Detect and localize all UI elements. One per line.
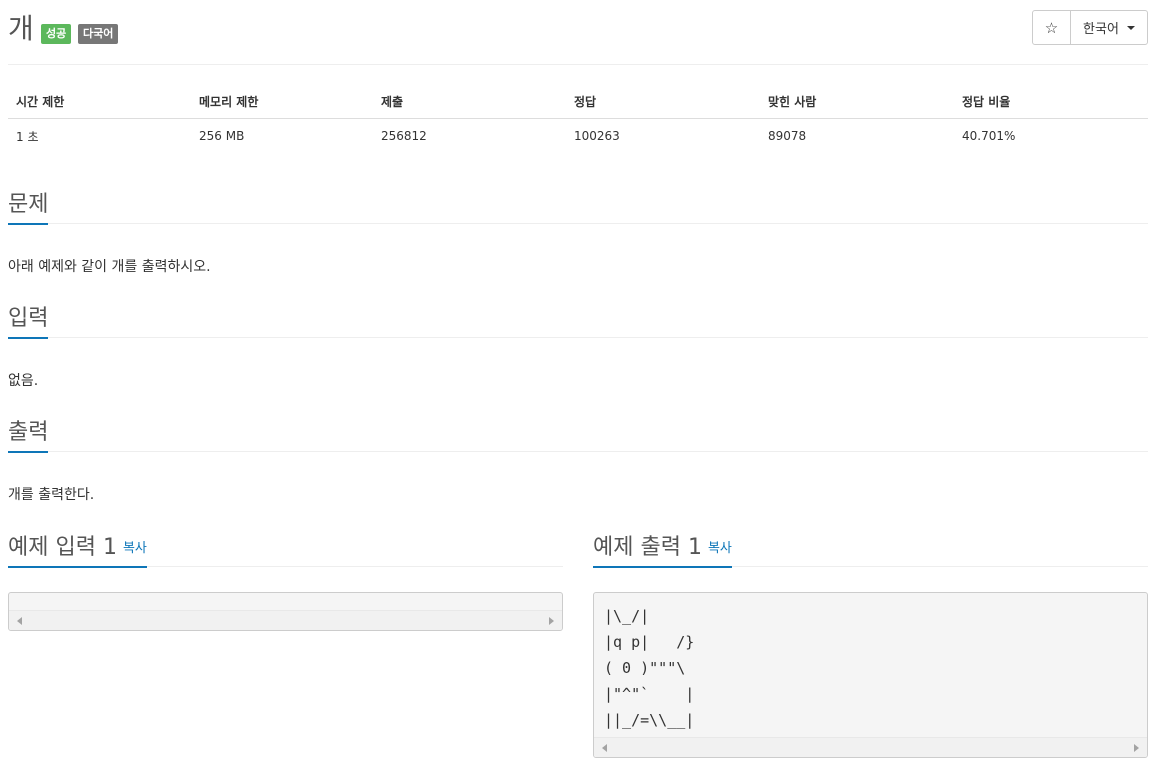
sample-output-title: 예제 출력 1 복사 bbox=[593, 531, 732, 568]
sample-input-heading: 예제 입력 1 복사 bbox=[8, 531, 563, 568]
scroll-right-icon[interactable] bbox=[1134, 744, 1139, 752]
caret-down-icon bbox=[1126, 25, 1135, 30]
description-heading: 문제 bbox=[8, 188, 1148, 225]
language-dropdown[interactable]: 한국어 bbox=[1071, 11, 1147, 44]
sample-output-box: |\_/| |q p| /} ( 0 )"""\ |"^"` | ||_/=\\… bbox=[593, 592, 1148, 758]
time-limit-value: 1 초 bbox=[16, 129, 39, 144]
success-badge: 성공 bbox=[41, 24, 72, 44]
output-heading: 출력 bbox=[8, 416, 1148, 453]
header-divider bbox=[8, 64, 1148, 65]
copy-sample-input-link[interactable]: 복사 bbox=[123, 541, 147, 556]
submissions-value: 256812 bbox=[381, 129, 427, 144]
favorite-button[interactable]: ☆ bbox=[1033, 11, 1071, 44]
output-text: 개를 출력한다. bbox=[8, 487, 95, 503]
problem-header: 개 성공 다국어 ☆ 한국어 bbox=[8, 8, 1148, 52]
sample-output-heading: 예제 출력 1 복사 bbox=[593, 531, 1148, 568]
scroll-left-icon[interactable] bbox=[17, 617, 22, 625]
memory-limit-value: 256 MB bbox=[199, 129, 245, 144]
scroll-left-icon[interactable] bbox=[602, 744, 607, 752]
star-icon: ☆ bbox=[1044, 18, 1059, 37]
multilang-badge: 다국어 bbox=[78, 24, 119, 44]
copy-sample-output-link[interactable]: 복사 bbox=[708, 541, 732, 556]
scroll-right-icon[interactable] bbox=[549, 617, 554, 625]
input-title: 입력 bbox=[8, 302, 49, 339]
header-solved-users: 맞힌 사람 bbox=[760, 86, 954, 119]
input-text: 없음. bbox=[8, 373, 39, 389]
header-controls: ☆ 한국어 bbox=[1032, 10, 1148, 45]
sample-input-content bbox=[9, 593, 562, 607]
info-header-row: 시간 제한 메모리 제한 제출 정답 맞힌 사람 정답 비율 bbox=[8, 86, 1148, 119]
header-time-limit: 시간 제한 bbox=[8, 86, 191, 119]
header-submissions: 제출 bbox=[373, 86, 566, 119]
header-accept-ratio: 정답 비율 bbox=[954, 86, 1148, 119]
header-accepted: 정답 bbox=[566, 86, 760, 119]
language-label: 한국어 bbox=[1083, 22, 1119, 37]
input-heading: 입력 bbox=[8, 302, 1148, 339]
sample-output-scrollbar[interactable] bbox=[594, 737, 1147, 757]
output-title: 출력 bbox=[8, 416, 49, 453]
sample-input-box bbox=[8, 592, 563, 631]
header-memory-limit: 메모리 제한 bbox=[191, 86, 373, 119]
accepted-value: 100263 bbox=[574, 129, 620, 144]
problem-title: 개 bbox=[8, 12, 34, 45]
sample-output-content: |\_/| |q p| /} ( 0 )"""\ |"^"` | ||_/=\\… bbox=[604, 607, 695, 729]
sample-input-title: 예제 입력 1 복사 bbox=[8, 531, 147, 568]
problem-info-table: 시간 제한 메모리 제한 제출 정답 맞힌 사람 정답 비율 1 초 256 M… bbox=[8, 86, 1148, 154]
description-title: 문제 bbox=[8, 188, 49, 225]
accept-ratio-value: 40.701% bbox=[962, 129, 1016, 144]
sample-input-scrollbar[interactable] bbox=[9, 610, 562, 630]
info-value-row: 1 초 256 MB 256812 100263 89078 40.701% bbox=[8, 118, 1148, 154]
description-text: 아래 예제와 같이 개를 출력하시오. bbox=[8, 259, 211, 275]
solved-users-value: 89078 bbox=[768, 129, 807, 144]
